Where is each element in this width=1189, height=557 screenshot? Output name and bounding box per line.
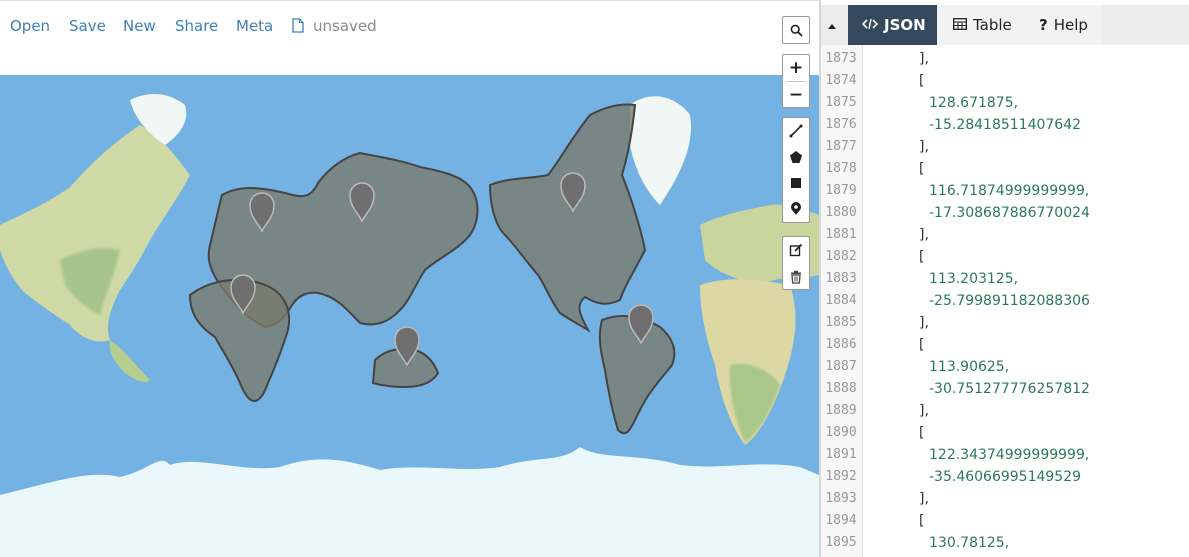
antarctica-land (0, 447, 819, 557)
delete-layers-icon[interactable] (783, 264, 809, 290)
search-icon[interactable] (783, 17, 809, 43)
line-number: 1878 (825, 161, 857, 176)
north-america-polygon (488, 103, 647, 333)
help-icon: ? (1039, 16, 1048, 34)
line-number: 1876 (825, 117, 857, 132)
edit-toolbar (782, 236, 810, 290)
new-menu[interactable]: New (123, 17, 156, 35)
data-panel: JSON Table ? Help 1873 1874 1875 1876 1877 18… (821, 0, 1189, 557)
line-number: 1895 (825, 535, 857, 550)
line-number: 1892 (825, 469, 857, 484)
line-number: 1887 (825, 359, 857, 374)
code-line[interactable]: -35.46066995149529 (929, 466, 1081, 488)
line-number: 1879 (825, 183, 857, 198)
zoom-out-button[interactable]: − (783, 82, 809, 108)
tab-table-label: Table (973, 16, 1012, 34)
map-canvas[interactable] (0, 75, 819, 557)
line-number: 1886 (825, 337, 857, 352)
line-number: 1885 (825, 315, 857, 330)
draw-toolbar (782, 117, 810, 223)
code-line[interactable]: 113.203125, (929, 268, 1018, 290)
line-number-gutter: 1873 1874 1875 1876 1877 1878 1879 1880 1881 1882… (821, 45, 863, 557)
code-line[interactable]: [ (919, 158, 924, 180)
code-line[interactable]: 130.78125, (929, 532, 1009, 554)
map-pane: Open Save New Share Meta unsaved + − (0, 0, 819, 557)
code-line[interactable]: ], (919, 224, 929, 246)
line-number: 1893 (825, 491, 857, 506)
share-menu[interactable]: Share (175, 17, 218, 35)
code-line[interactable]: 113.90625, (929, 356, 1009, 378)
tab-help-label: Help (1053, 16, 1088, 34)
tab-json-label: JSON (884, 16, 926, 34)
code-line[interactable]: 116.71874999999999, (929, 180, 1089, 202)
greenland-land-right (630, 96, 691, 205)
meta-menu[interactable]: Meta (236, 17, 273, 35)
code-line[interactable]: ], (919, 488, 929, 510)
line-number: 1873 (825, 51, 857, 66)
file-icon (292, 18, 304, 37)
code-line[interactable]: [ (919, 334, 924, 356)
edit-layers-icon[interactable] (783, 237, 809, 263)
tab-json[interactable]: JSON (848, 5, 937, 45)
file-menu-bar: Open Save New Share Meta unsaved (0, 1, 819, 75)
draw-line-icon[interactable] (783, 118, 809, 144)
tab-help[interactable]: ? Help (1028, 5, 1102, 45)
code-line[interactable]: -30.751277776257812 (929, 378, 1090, 400)
panel-tabs: JSON Table ? Help (821, 5, 1189, 45)
central-america-land (109, 340, 150, 383)
code-line[interactable]: ], (919, 312, 929, 334)
code-line[interactable]: 128.671875, (929, 92, 1018, 114)
draw-polygon-icon[interactable] (783, 144, 809, 170)
line-number: 1883 (825, 271, 857, 286)
line-number: 1882 (825, 249, 857, 264)
code-line[interactable]: -15.28418511407642 (929, 114, 1081, 136)
code-line[interactable]: ], (919, 400, 929, 422)
file-status: unsaved (313, 17, 377, 35)
line-number: 1884 (825, 293, 857, 308)
line-number: 1890 (825, 425, 857, 440)
line-number: 1881 (825, 227, 857, 242)
line-number: 1894 (825, 513, 857, 528)
code-line[interactable]: 122.34374999999999, (929, 444, 1089, 466)
code-icon (861, 16, 879, 34)
zoom-control: + − (782, 54, 810, 108)
code-line[interactable]: [ (919, 246, 924, 268)
code-line[interactable]: -17.308687886770024 (929, 202, 1090, 224)
draw-marker-icon[interactable] (783, 196, 809, 222)
line-number: 1888 (825, 381, 857, 396)
world-map (0, 93, 819, 557)
draw-rectangle-icon[interactable] (783, 170, 809, 196)
code-line[interactable]: [ (919, 70, 924, 92)
line-number: 1891 (825, 447, 857, 462)
line-number: 1880 (825, 205, 857, 220)
line-number: 1874 (825, 73, 857, 88)
code-line[interactable]: [ (919, 422, 924, 444)
save-menu[interactable]: Save (69, 17, 106, 35)
table-icon (953, 16, 967, 34)
open-menu[interactable]: Open (10, 17, 50, 35)
zoom-in-button[interactable]: + (783, 55, 809, 81)
tab-table[interactable]: Table (937, 5, 1028, 45)
line-number: 1875 (825, 95, 857, 110)
code-line[interactable]: [ (919, 510, 924, 532)
line-number: 1889 (825, 403, 857, 418)
code-line[interactable]: -25.799891182088306 (929, 290, 1090, 312)
code-line[interactable]: ], (919, 48, 929, 70)
search-control[interactable] (782, 16, 810, 44)
json-editor[interactable]: 1873 1874 1875 1876 1877 1878 1879 1880 1881 1882… (821, 45, 1189, 557)
line-number: 1877 (825, 139, 857, 154)
code-line[interactable]: ], (919, 136, 929, 158)
collapse-caret-icon[interactable] (828, 24, 836, 29)
